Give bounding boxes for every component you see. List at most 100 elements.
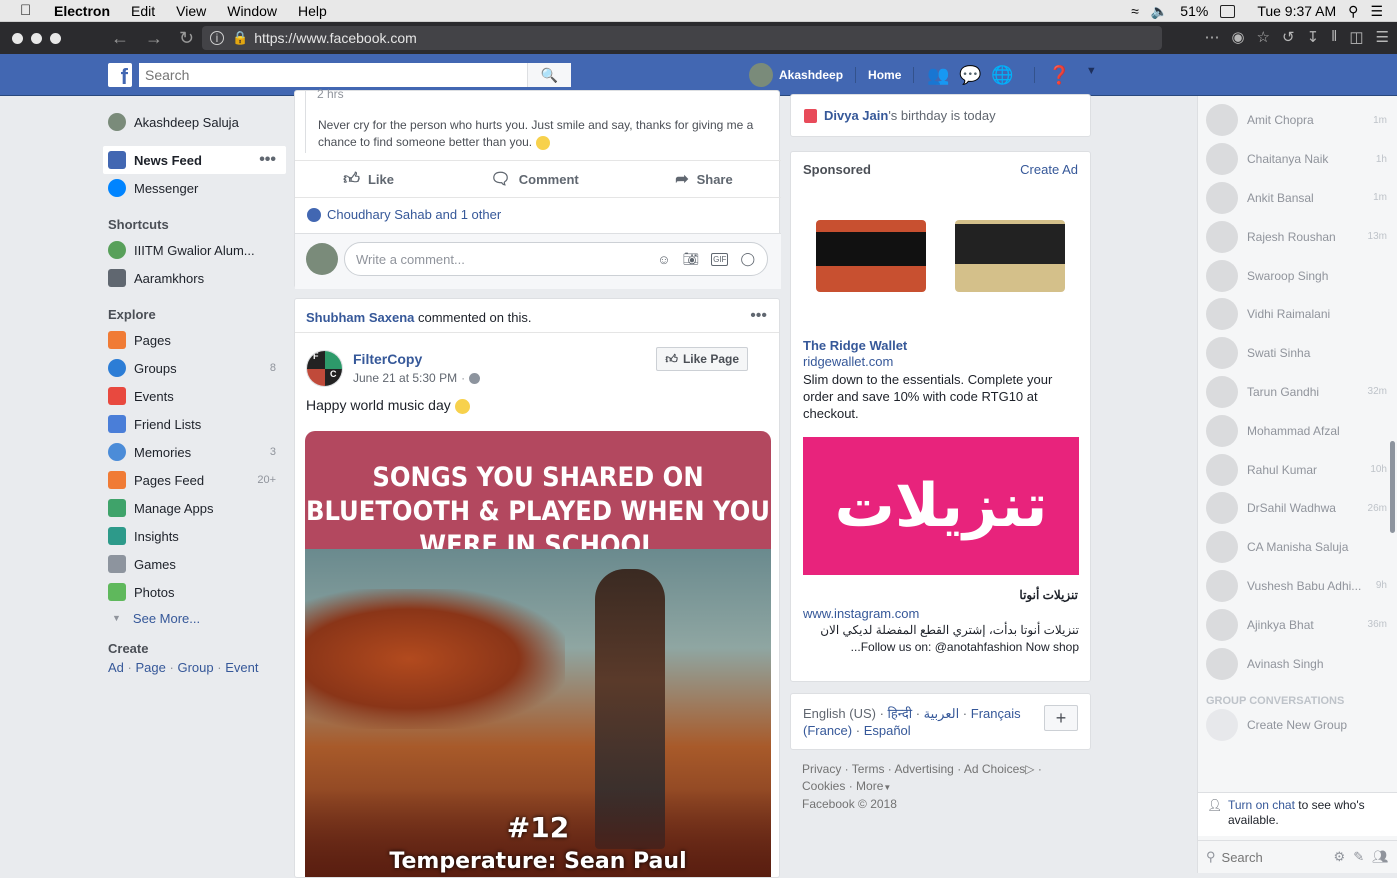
menu-help[interactable]: Help xyxy=(298,3,327,19)
page-name-link[interactable]: FilterCopy xyxy=(353,351,422,367)
camera-icon[interactable]: 📷︎ xyxy=(683,251,700,267)
library-icon[interactable]: ‖ xyxy=(1331,28,1337,46)
filtercopy-logo-icon[interactable]: FC xyxy=(306,350,343,387)
notification-center-icon[interactable]: ☰ xyxy=(1370,3,1383,20)
search-input[interactable] xyxy=(139,63,527,87)
sidebar-item-news-feed[interactable]: News Feed ••• xyxy=(103,146,286,174)
terms-link[interactable]: Terms xyxy=(852,762,885,776)
like-button[interactable]: 👍︎ Like xyxy=(343,170,394,189)
chat-contact[interactable]: Tarun Gandhi 32m xyxy=(1198,373,1397,412)
commenter-link[interactable]: Shubham Saxena xyxy=(306,310,414,325)
sidebar-item-friend-lists[interactable]: Friend Lists xyxy=(100,410,286,438)
more-options-icon[interactable]: ••• xyxy=(259,151,276,169)
facebook-search[interactable]: 🔍 xyxy=(139,63,571,87)
account-menu-icon[interactable]: ▼ xyxy=(1079,65,1103,85)
chat-contact[interactable]: Rahul Kumar 10h xyxy=(1198,450,1397,489)
birthday-name-link[interactable]: Divya Jain xyxy=(824,108,888,123)
profile-link[interactable]: Akashdeep xyxy=(779,68,843,82)
reactions-summary[interactable]: Choudhary Sahab and 1 other xyxy=(307,207,501,222)
facebook-logo-icon[interactable]: f xyxy=(108,63,132,89)
close-window-button[interactable] xyxy=(12,32,23,44)
friend-requests-icon[interactable]: 👥 xyxy=(926,65,950,85)
menu-window[interactable]: Window xyxy=(227,3,277,19)
apple-icon[interactable]:  xyxy=(20,2,36,19)
volume-icon[interactable]: 🔈 xyxy=(1151,3,1168,20)
sidebar-item-events[interactable]: Events xyxy=(100,382,286,410)
reload-icon[interactable]: ↻ xyxy=(179,28,194,49)
ad-image-gold-wallet[interactable] xyxy=(955,220,1065,292)
avatar[interactable] xyxy=(749,63,773,87)
chat-contact[interactable]: CA Manisha Saluja xyxy=(1198,528,1397,567)
create-new-group-button[interactable]: Create New Group xyxy=(1198,707,1397,743)
chat-contact[interactable]: Rajesh Roushan 13m xyxy=(1198,217,1397,256)
post-image[interactable]: SONGS YOU SHARED ON BLUETOOTH & PLAYED W… xyxy=(305,431,771,877)
compose-icon[interactable]: ✎ xyxy=(1353,849,1364,865)
help-icon[interactable]: ❓ xyxy=(1047,65,1071,85)
clock[interactable]: Tue 9:37 AM xyxy=(1257,3,1336,19)
sidebar-item-insights[interactable]: Insights xyxy=(100,522,286,550)
chat-contact[interactable]: Vidhi Raimalani xyxy=(1198,295,1397,334)
share-button[interactable]: ➦ Share xyxy=(675,169,733,189)
more-link[interactable]: More xyxy=(856,779,883,793)
language-link[interactable]: العربية xyxy=(924,706,960,721)
ad-title[interactable]: تنزيلات أنوتا xyxy=(1019,588,1078,602)
menu-view[interactable]: View xyxy=(176,3,206,19)
menu-icon[interactable]: ☰ xyxy=(1376,28,1389,46)
emoji-icon[interactable]: ☺ xyxy=(657,252,670,267)
downloads-icon[interactable]: ↧ xyxy=(1307,28,1320,46)
back-icon[interactable]: ← xyxy=(111,28,129,49)
messenger-icon[interactable]: 💬 xyxy=(958,65,982,85)
battery-icon[interactable] xyxy=(1220,4,1236,18)
sidebar-item-groups[interactable]: Groups 8 xyxy=(100,354,286,382)
sticker-icon[interactable]: ◯ xyxy=(740,251,755,267)
gear-icon[interactable]: ⚙ xyxy=(1334,849,1346,865)
bookmark-star-icon[interactable]: ☆ xyxy=(1257,28,1270,46)
comment-input[interactable]: Write a comment... ☺ 📷︎ GIF ◯ xyxy=(344,242,768,276)
chat-contact[interactable]: Amit Chopra 1m xyxy=(1198,101,1397,140)
sidebar-item-games[interactable]: Games xyxy=(100,550,286,578)
create-page-link[interactable]: Page xyxy=(136,660,166,675)
chat-search-input[interactable] xyxy=(1221,849,1332,865)
shortcut-item[interactable]: IIITM Gwalior Alum... xyxy=(100,236,286,264)
address-bar[interactable]: i 🔒 https://www.facebook.com xyxy=(202,26,1162,50)
ad-url-link[interactable]: www.instagram.com xyxy=(803,606,919,621)
chat-contact[interactable]: Chaitanya Naik 1h xyxy=(1198,140,1397,179)
group-icon[interactable]: 👥︎ xyxy=(1372,849,1389,865)
post-time[interactable]: June 21 at 5:30 PM xyxy=(353,371,457,385)
ad-image-red-wallet[interactable] xyxy=(816,220,926,292)
sidebar-item-manage-apps[interactable]: Manage Apps xyxy=(100,494,286,522)
menu-edit[interactable]: Edit xyxy=(131,3,155,19)
turn-on-chat-link[interactable]: Turn on chat xyxy=(1228,798,1295,812)
add-language-button[interactable]: + xyxy=(1044,705,1078,731)
create-group-link[interactable]: Group xyxy=(177,660,213,675)
scrollbar[interactable] xyxy=(1390,441,1395,533)
advertising-link[interactable]: Advertising xyxy=(894,762,953,776)
cookies-link[interactable]: Cookies xyxy=(802,779,845,793)
page-actions-icon[interactable]: ⋯ xyxy=(1204,28,1219,46)
sidebar-item-messenger[interactable]: Messenger xyxy=(100,174,286,202)
sidebar-icon[interactable]: ◫ xyxy=(1349,28,1363,46)
ad-url-link[interactable]: ridgewallet.com xyxy=(803,354,893,369)
home-link[interactable]: Home xyxy=(868,68,901,82)
sidebar-item-photos[interactable]: Photos xyxy=(100,578,286,606)
notifications-icon[interactable]: 🌐 xyxy=(990,65,1014,85)
post-time[interactable]: 2 hrs xyxy=(317,87,344,99)
shortcut-item[interactable]: Aaramkhors xyxy=(100,264,286,292)
chat-contact[interactable]: Ankit Bansal 1m xyxy=(1198,179,1397,218)
zoom-window-button[interactable] xyxy=(50,32,61,44)
sidebar-item-pages-feed[interactable]: Pages Feed 20+ xyxy=(100,466,286,494)
create-ad-link[interactable]: Create Ad xyxy=(1020,162,1078,177)
sidebar-item-memories[interactable]: Memories 3 xyxy=(100,438,286,466)
ad-banner[interactable]: تنزيلات xyxy=(803,437,1079,575)
comment-button[interactable]: 🗨︎ Comment xyxy=(490,169,578,189)
history-icon[interactable]: ↺ xyxy=(1282,28,1295,46)
like-page-button[interactable]: 👍︎ Like Page xyxy=(656,347,748,371)
pocket-icon[interactable]: ◉ xyxy=(1231,28,1244,46)
info-icon[interactable]: i xyxy=(210,31,224,45)
minimize-window-button[interactable] xyxy=(31,32,42,44)
sidebar-item-pages[interactable]: Pages xyxy=(100,326,286,354)
search-icon[interactable]: 🔍 xyxy=(527,63,571,87)
more-options-icon[interactable]: ••• xyxy=(750,307,767,325)
language-link[interactable]: हिन्दी xyxy=(888,706,913,721)
app-menu[interactable]: Electron xyxy=(54,3,110,19)
